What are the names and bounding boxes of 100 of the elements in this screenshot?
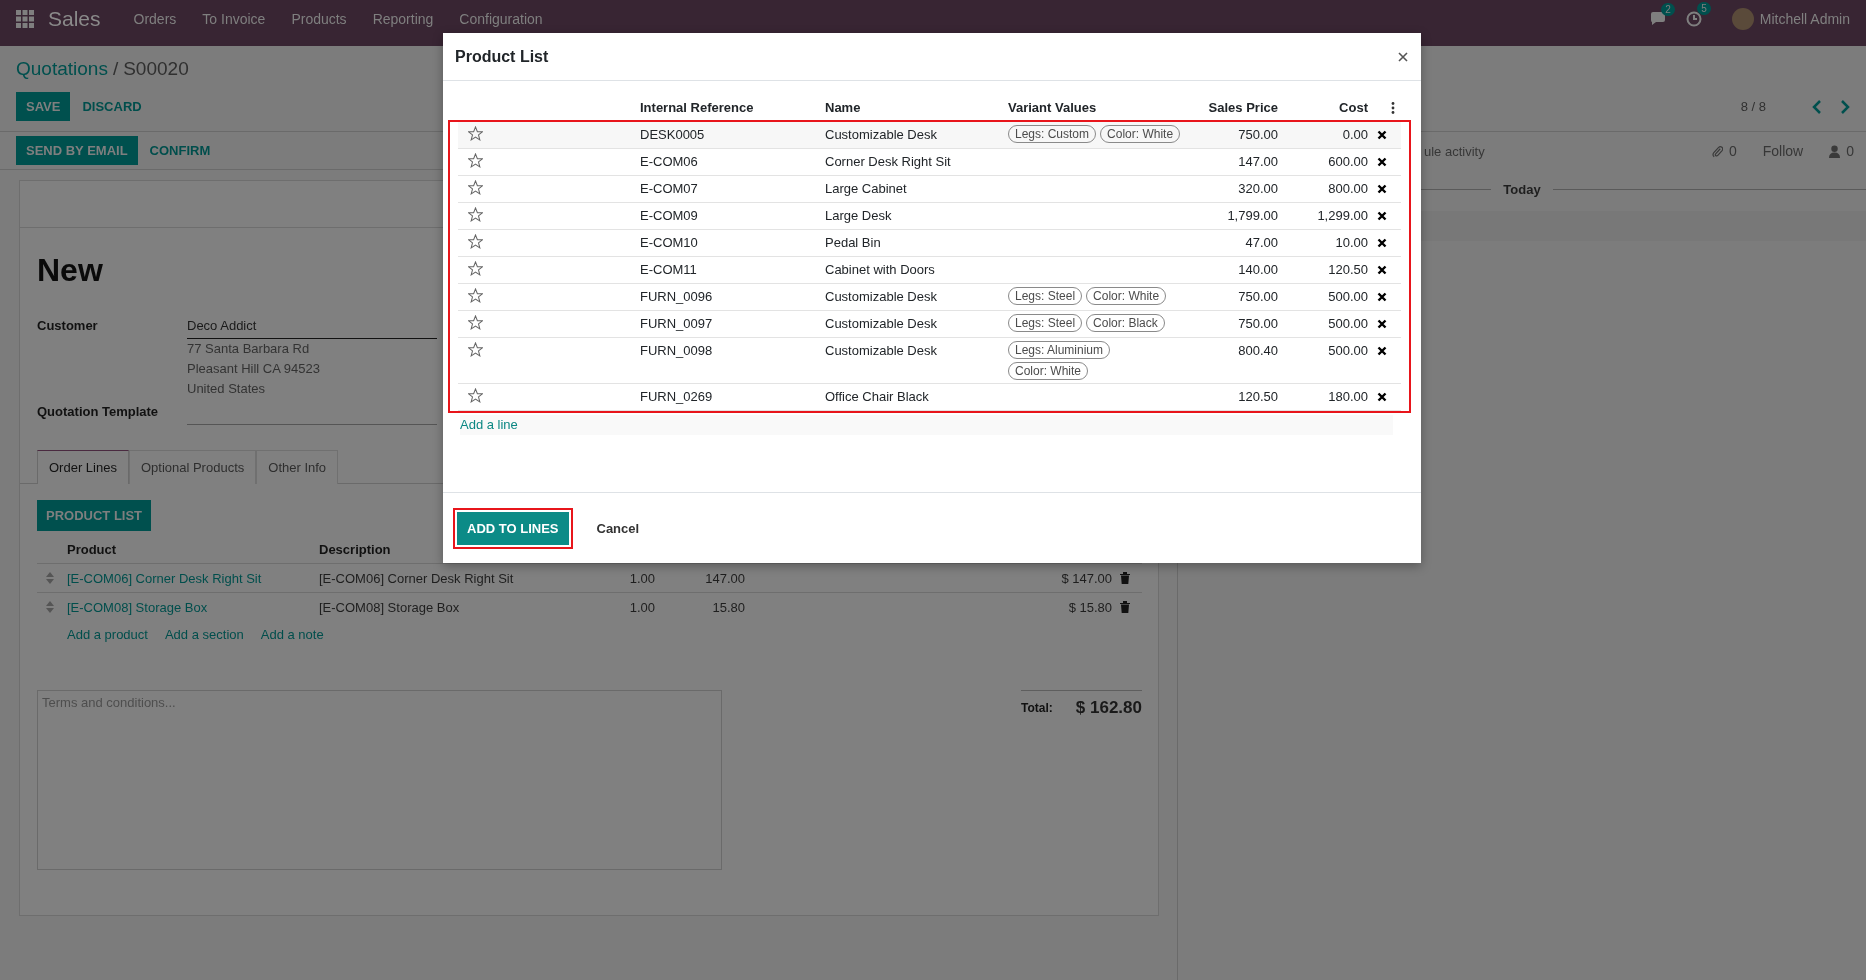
remove-icon[interactable]: [1377, 292, 1387, 302]
star-icon[interactable]: [468, 207, 483, 222]
table-cell-text: Large Cabinet: [825, 180, 908, 198]
table-cell-text: [E-COM06] Corner Desk Right Sit: [319, 570, 515, 586]
sort-handle-icon[interactable]: [45, 600, 55, 614]
menu-item[interactable]: Orders: [133, 11, 177, 27]
column-header[interactable]: Cost: [1283, 100, 1373, 115]
send-email-button[interactable]: SEND BY EMAIL: [16, 136, 138, 165]
address-line: United States: [187, 380, 267, 398]
menu-item[interactable]: Products: [291, 11, 347, 27]
close-icon[interactable]: [1398, 51, 1408, 62]
add-line-link[interactable]: Add a line: [460, 417, 518, 432]
field-label: Quotation Template: [37, 403, 160, 421]
table-cell-text: 1.00: [628, 599, 655, 615]
remove-icon[interactable]: [1377, 130, 1387, 140]
remove-icon[interactable]: [1377, 319, 1387, 329]
schedule-activity-button[interactable]: ule activity: [1424, 143, 1485, 159]
star-icon[interactable]: [468, 180, 483, 195]
record-name: S00020: [123, 58, 189, 81]
address-line: Pleasant Hill CA 94523: [187, 360, 321, 378]
table-cell-text: [E-COM08] Storage Box: [319, 599, 461, 615]
trash-icon[interactable]: [1120, 572, 1130, 584]
notification-badge: 5: [1697, 2, 1711, 15]
breadcrumb-link[interactable]: Quotations: [16, 58, 108, 92]
add-line-link[interactable]: Add a section: [164, 626, 244, 642]
table-cell-text: 15.80: [711, 599, 745, 615]
menu-item[interactable]: To Invoice: [202, 11, 266, 27]
table-cell-text: 750.00: [1237, 315, 1279, 333]
table-cell-text: 500.00: [1327, 288, 1369, 306]
confirm-button[interactable]: CONFIRM: [139, 136, 221, 165]
star-icon[interactable]: [468, 388, 483, 403]
table-cell-text: DESK0005: [640, 126, 706, 144]
table-cell-text: Customizable Desk: [825, 126, 938, 144]
follower-count[interactable]: 0: [1846, 143, 1854, 159]
user-name[interactable]: Mitchell Admin: [1759, 11, 1850, 27]
remove-icon[interactable]: [1377, 184, 1387, 194]
tab[interactable]: Other Info: [256, 450, 339, 484]
remove-icon[interactable]: [1377, 392, 1387, 402]
product-list-button[interactable]: PRODUCT LIST: [37, 500, 152, 531]
table-cell-text: 320.00: [1237, 180, 1279, 198]
kebab-menu-icon[interactable]: [1391, 101, 1395, 114]
star-icon[interactable]: [468, 342, 483, 357]
column-header[interactable]: Variant Values: [1008, 100, 1198, 115]
field-label: Customer: [37, 317, 99, 335]
table-cell-text: 180.00: [1327, 388, 1369, 406]
dialog-title: Product List: [455, 47, 549, 66]
star-icon[interactable]: [468, 153, 483, 168]
customer-field[interactable]: Deco Addict: [187, 316, 437, 339]
remove-icon[interactable]: [1377, 157, 1387, 167]
table-cell-text: Customizable Desk: [825, 315, 938, 333]
column-header: Description: [319, 541, 392, 557]
column-header[interactable]: Internal Reference: [640, 100, 825, 115]
column-header[interactable]: Name: [825, 100, 1008, 115]
product-link[interactable]: [E-COM08] Storage Box: [67, 599, 319, 615]
discard-button[interactable]: DISCARD: [72, 92, 152, 121]
table-cell-text: 750.00: [1237, 126, 1279, 144]
attachment-count[interactable]: 0: [1728, 143, 1737, 159]
add-to-lines-button[interactable]: ADD TO LINES: [457, 511, 569, 545]
table-cell-text: 1.00: [628, 570, 655, 586]
trash-icon[interactable]: [1120, 601, 1130, 613]
clock-icon[interactable]: [1685, 11, 1702, 27]
table-cell-text: 120.50: [1237, 388, 1279, 406]
star-icon[interactable]: [468, 234, 483, 249]
star-icon[interactable]: [468, 126, 483, 141]
menu-item[interactable]: Configuration: [459, 11, 543, 27]
menu-item[interactable]: Reporting: [372, 11, 434, 27]
total-label: Total:: [1021, 701, 1053, 715]
tab[interactable]: Optional Products: [128, 450, 257, 484]
tab[interactable]: Order Lines: [37, 450, 129, 484]
apps-grid-icon[interactable]: [16, 10, 34, 28]
paperclip-icon[interactable]: [1711, 144, 1723, 158]
remove-icon[interactable]: [1377, 265, 1387, 275]
table-cell-text: 120.50: [1327, 261, 1369, 279]
table-cell-text: 500.00: [1327, 315, 1369, 333]
save-button[interactable]: SAVE: [16, 92, 71, 121]
table-cell-text: Cabinet with Doors: [825, 261, 936, 279]
table-cell-text: 140.00: [1237, 261, 1279, 279]
column-header: Product: [67, 541, 118, 557]
add-line-link[interactable]: Add a product: [67, 626, 148, 642]
star-icon[interactable]: [468, 288, 483, 303]
app-name[interactable]: Sales: [48, 7, 101, 31]
remove-icon[interactable]: [1377, 346, 1387, 356]
star-icon[interactable]: [468, 261, 483, 276]
column-header[interactable]: Sales Price: [1198, 100, 1283, 115]
sort-handle-icon[interactable]: [45, 571, 55, 585]
remove-icon[interactable]: [1377, 238, 1387, 248]
notification-badge: 2: [1661, 3, 1675, 16]
table-cell-text: 750.00: [1237, 288, 1279, 306]
table-cell-text: E-COM07: [640, 180, 699, 198]
user-icon[interactable]: [1829, 144, 1841, 158]
follow-button[interactable]: Follow: [1762, 143, 1804, 159]
table-cell-text: E-COM11: [640, 261, 698, 279]
cancel-button[interactable]: Cancel: [586, 511, 650, 545]
product-link[interactable]: [E-COM06] Corner Desk Right Sit: [67, 570, 319, 586]
add-line-link[interactable]: Add a note: [260, 626, 324, 642]
star-icon[interactable]: [468, 315, 483, 330]
pager-value[interactable]: 8 / 8: [1740, 99, 1766, 114]
table-cell-text: FURN_0269: [640, 388, 714, 406]
remove-icon[interactable]: [1377, 211, 1387, 221]
chat-icon[interactable]: [1649, 12, 1666, 26]
